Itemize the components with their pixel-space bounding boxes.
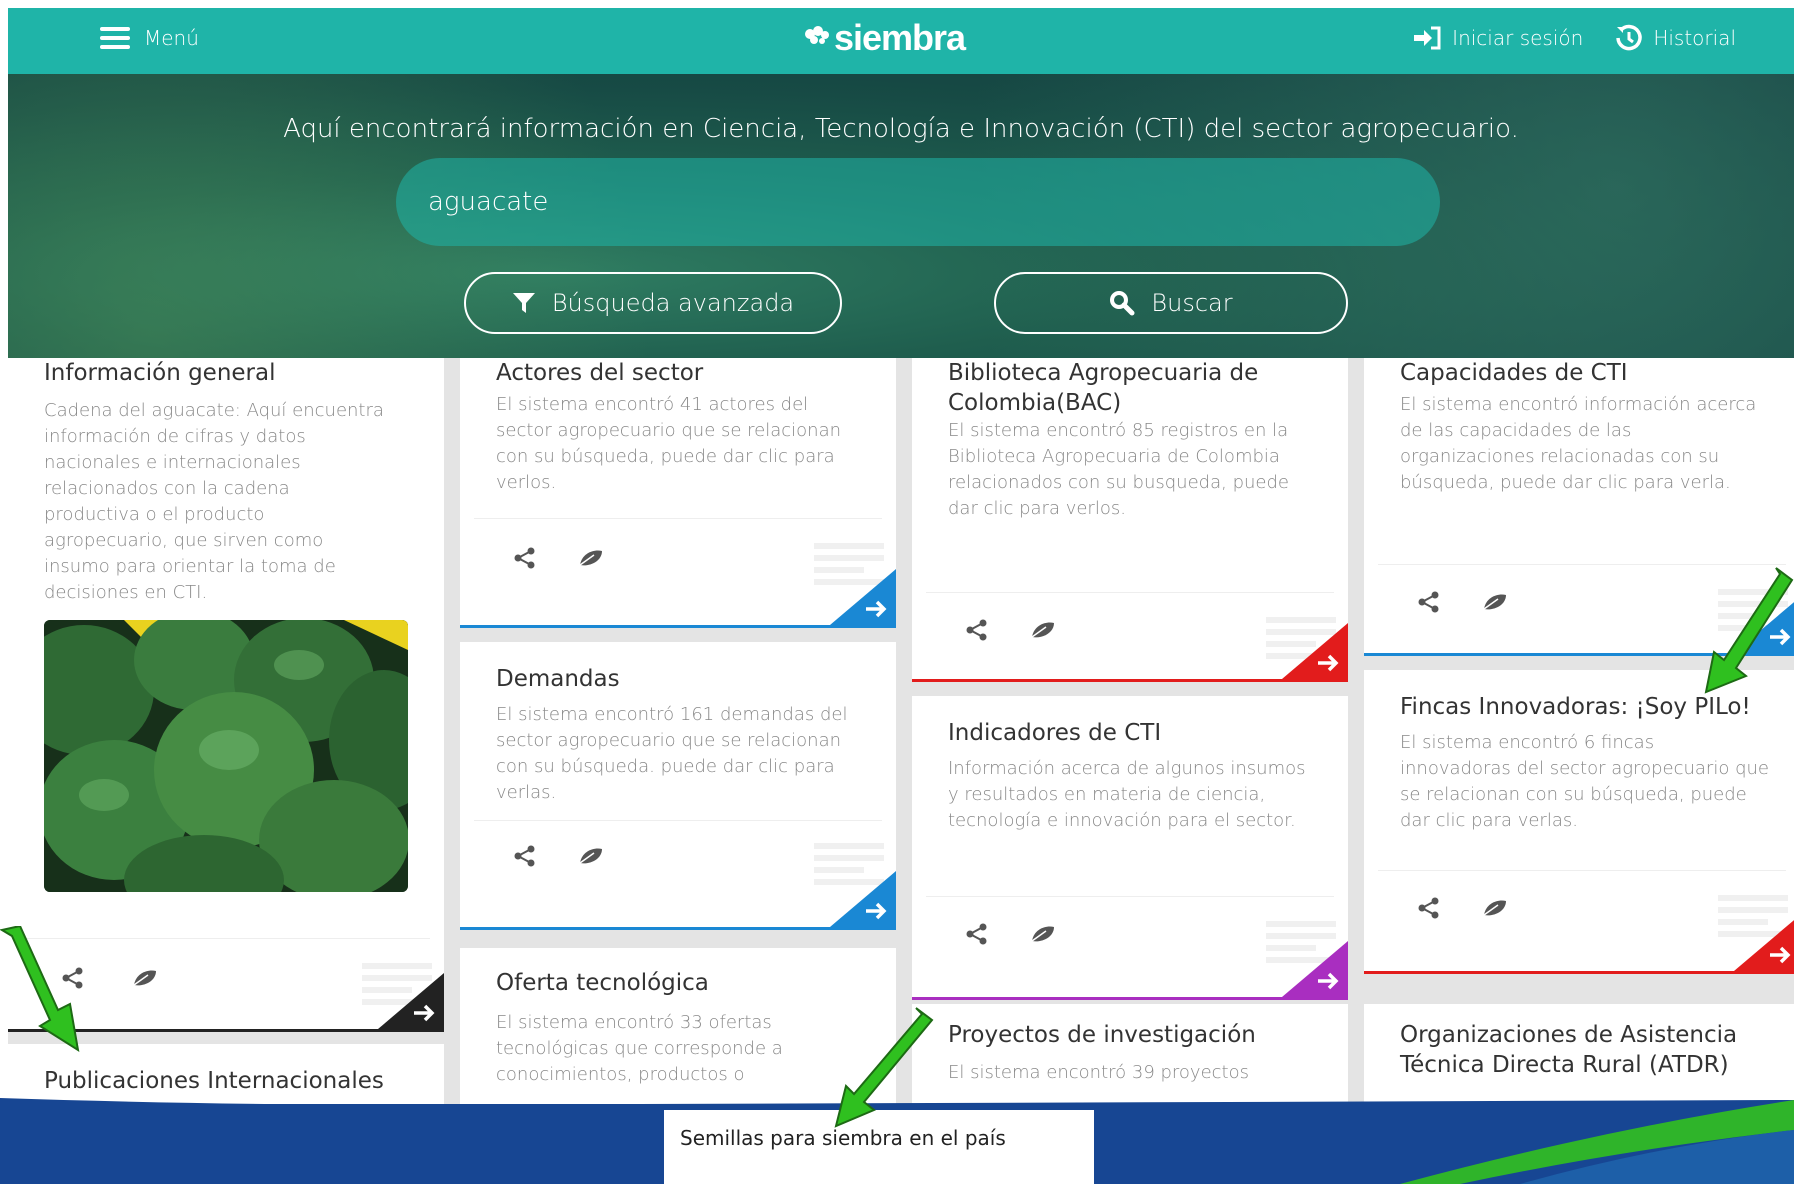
leaf-icon[interactable] <box>1030 621 1056 639</box>
search-button[interactable]: Buscar <box>994 272 1348 334</box>
leaf-icon[interactable] <box>1030 925 1056 943</box>
login-link[interactable]: Iniciar sesión <box>1412 26 1583 50</box>
search-input[interactable] <box>428 182 1328 222</box>
card-description: Cadena del aguacate: Aquí encuentra info… <box>44 400 384 603</box>
avocado-image <box>44 620 408 892</box>
card-footer <box>474 820 884 930</box>
card-title: Actores del sector <box>496 360 704 386</box>
logo-text: siembra <box>834 17 966 58</box>
card-description: Información acerca de algunos insumos y … <box>948 758 1306 831</box>
card-title: Biblioteca Agropecuaria de Colombia(BAC) <box>948 360 1259 416</box>
card-title: Oferta tecnológica <box>496 970 709 996</box>
card-title: Fincas Innovadoras: ¡Soy PILo! <box>1400 694 1751 720</box>
history-link[interactable]: Historial <box>1615 24 1736 52</box>
card-title: Organizaciones de Asistencia Técnica Dir… <box>1400 1022 1738 1078</box>
share-icon[interactable] <box>1418 897 1440 919</box>
card-actores-del-sector[interactable]: Actores del sector El sistema encontró 4… <box>460 358 896 628</box>
leaf-icon[interactable] <box>1482 899 1508 917</box>
siembra-logo[interactable]: siembra <box>800 17 966 58</box>
card-footer <box>474 518 884 628</box>
card-biblioteca-agropecuaria[interactable]: Biblioteca Agropecuaria de Colombia(BAC)… <box>912 358 1348 682</box>
filter-icon <box>512 293 535 313</box>
leaf-icon[interactable] <box>578 847 604 865</box>
card-title: Capacidades de CTI <box>1400 360 1628 386</box>
card-description: El sistema encontró 85 registros en la B… <box>948 420 1289 519</box>
arrow-right-icon[interactable] <box>1734 915 1794 971</box>
arrow-right-icon[interactable] <box>1282 941 1348 997</box>
card-description: El sistema encontró información acerca d… <box>1400 394 1757 493</box>
advanced-search-label: Búsqueda avanzada <box>551 289 795 317</box>
share-icon[interactable] <box>966 923 988 945</box>
card-title: Indicadores de CTI <box>948 720 1162 746</box>
search-box[interactable] <box>396 158 1440 246</box>
green-swoosh <box>1400 1100 1794 1184</box>
share-icon[interactable] <box>1418 591 1440 613</box>
green-arrow-icon <box>0 926 80 1053</box>
card-description: El sistema encontró 6 fincas innovadoras… <box>1400 732 1769 831</box>
top-navbar: Menú siembra Iniciar sesión Historial <box>8 8 1794 74</box>
share-icon[interactable] <box>514 547 536 569</box>
card-title: Información general <box>44 360 276 386</box>
card-footer <box>926 896 1336 1000</box>
card-title: Demandas <box>496 666 620 692</box>
share-icon[interactable] <box>514 845 536 867</box>
advanced-search-button[interactable]: Búsqueda avanzada <box>464 272 842 334</box>
green-arrow-icon <box>1704 567 1794 694</box>
search-icon <box>1110 291 1135 316</box>
card-description: El sistema encontró 161 demandas del sec… <box>496 704 848 803</box>
arrow-right-icon[interactable] <box>830 569 896 625</box>
plant-logo-icon <box>805 26 829 44</box>
arrow-right-icon[interactable] <box>378 973 444 1029</box>
card-description: El sistema encontró 33 ofertas tecnológi… <box>496 1012 783 1085</box>
menu-label: Menú <box>144 26 199 50</box>
card-footer <box>926 592 1336 682</box>
hero-search-section: Aquí encontrará información en Ciencia, … <box>8 74 1794 358</box>
arrow-right-icon[interactable] <box>1282 623 1348 679</box>
hero-tagline: Aquí encontrará información en Ciencia, … <box>283 114 1519 144</box>
leaf-icon[interactable] <box>132 969 158 987</box>
history-label: Historial <box>1653 26 1736 50</box>
leaf-icon[interactable] <box>1482 593 1508 611</box>
results-grid: Información general Cadena del aguacate:… <box>8 358 1794 1104</box>
history-icon <box>1616 24 1642 51</box>
login-label: Iniciar sesión <box>1452 26 1584 50</box>
arrow-right-icon[interactable] <box>830 871 896 927</box>
card-fincas-innovadoras[interactable]: Fincas Innovadoras: ¡Soy PILo! El sistem… <box>1364 670 1794 974</box>
card-indicadores-cti[interactable]: Indicadores de CTI Información acerca de… <box>912 696 1348 1000</box>
share-icon[interactable] <box>966 619 988 641</box>
search-label: Buscar <box>1151 289 1233 317</box>
leaf-icon[interactable] <box>578 549 604 567</box>
sign-in-icon <box>1414 26 1441 50</box>
card-demandas[interactable]: Demandas El sistema encontró 161 demanda… <box>460 642 896 930</box>
hamburger-icon <box>100 27 130 49</box>
card-description: El sistema encontró 41 actores del secto… <box>496 394 842 493</box>
menu-button[interactable]: Menú <box>100 26 199 50</box>
green-arrow-icon <box>834 1007 934 1128</box>
card-title: Proyectos de investigación <box>948 1022 1256 1048</box>
card-footer <box>1378 870 1788 974</box>
card-description: El sistema encontró 39 proyectos <box>948 1062 1250 1083</box>
